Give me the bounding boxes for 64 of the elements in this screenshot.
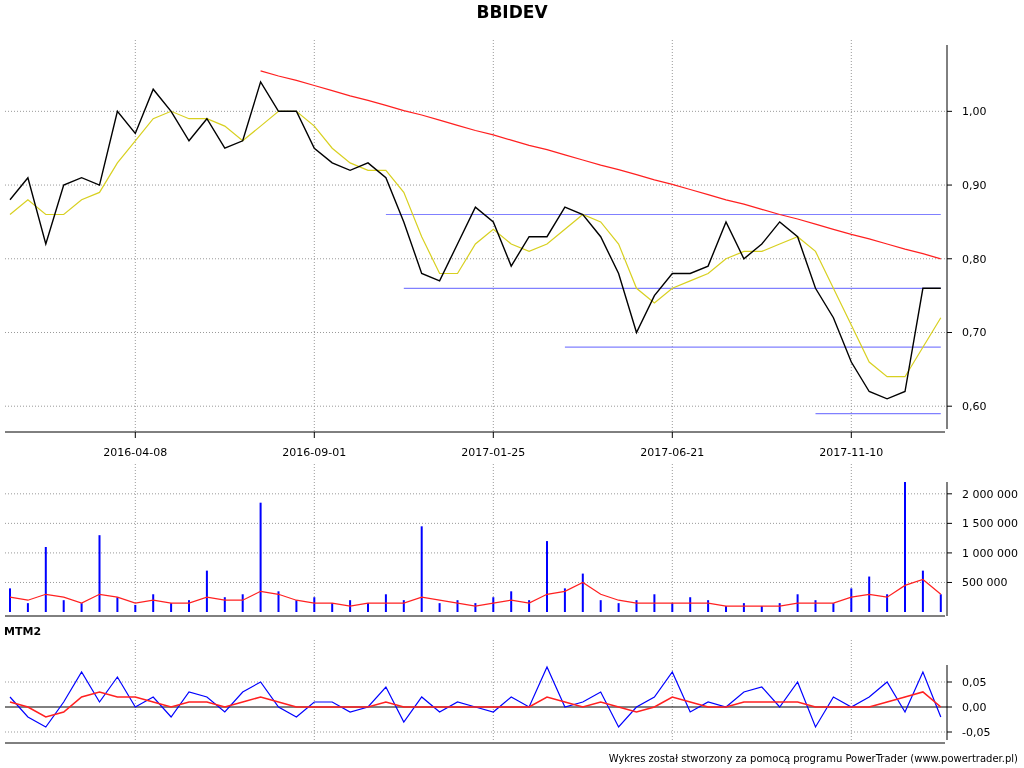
volume-bar (116, 597, 119, 612)
volume-bar (796, 594, 799, 612)
volume-bar (80, 603, 83, 612)
chart-title: BBIDEV (476, 1, 548, 24)
volume-label: 500 000 (962, 576, 1008, 590)
price-label: 0,70 (962, 326, 987, 340)
volume-bar (62, 600, 65, 612)
volume-bar (438, 603, 441, 612)
volume-bar (223, 597, 226, 612)
volume-bar (134, 604, 137, 612)
date-label: 2017-11-10 (819, 446, 884, 459)
price-label: 1,00 (962, 105, 987, 119)
volume-bar (528, 600, 531, 612)
volume-bar (760, 606, 763, 612)
volume-bar (707, 600, 710, 612)
volume-label: 2 000 000 (962, 487, 1018, 501)
date-label: 2016-04-08 (103, 446, 168, 459)
indicator-title: MTM2 (3, 624, 42, 640)
volume-bar (492, 597, 495, 612)
volume-bar (653, 594, 656, 612)
volume-bar (295, 600, 298, 612)
volume-bar (349, 600, 352, 612)
volume-label: 1 500 000 (962, 517, 1018, 531)
volume-bar (241, 594, 244, 612)
volume-bar (742, 603, 745, 612)
volume-bar (850, 588, 853, 612)
footer-note: Wykres został stworzony za pomocą programu PowerTrader (www.powertrader.pl) (608, 752, 1018, 764)
volume-bar (814, 600, 817, 612)
volume-bar (152, 594, 155, 612)
volume-bar (277, 591, 280, 612)
volume-bar (170, 603, 173, 612)
volume-bar (689, 597, 692, 612)
volume-bar (510, 591, 513, 612)
volume-bar (868, 576, 871, 612)
volume-bar (331, 603, 334, 612)
date-label: 2016-09-01 (282, 446, 347, 459)
volume-bar (921, 570, 924, 612)
volume-bar (313, 597, 316, 612)
price-label: 0,60 (962, 400, 987, 414)
volume-bar (205, 570, 208, 612)
momentum-label: 0,00 (962, 701, 987, 714)
volume-bar (581, 573, 584, 612)
price-label: 0,90 (962, 179, 987, 193)
volume-bar (26, 603, 29, 612)
volume-label: 1 000 000 (962, 546, 1018, 560)
volume-bar (778, 603, 781, 612)
volume-bar (474, 603, 477, 612)
volume-bar (886, 594, 889, 612)
volume-bar (635, 600, 638, 612)
volume-bar (563, 588, 566, 612)
momentum-label: -0,05 (962, 726, 991, 739)
volume-bar (832, 603, 835, 612)
date-label: 2017-01-25 (461, 446, 526, 459)
volume-bar (402, 600, 405, 612)
volume-bar (384, 594, 387, 612)
volume-bar (617, 603, 620, 612)
price-label: 0,80 (962, 252, 987, 266)
date-label: 2017-06-21 (640, 446, 705, 459)
volume-bar (456, 600, 459, 612)
volume-bar (671, 603, 674, 612)
volume-bar (44, 547, 47, 612)
volume-bar (599, 600, 602, 612)
momentum-label: 0,05 (962, 676, 987, 689)
volume-bar (939, 594, 942, 612)
